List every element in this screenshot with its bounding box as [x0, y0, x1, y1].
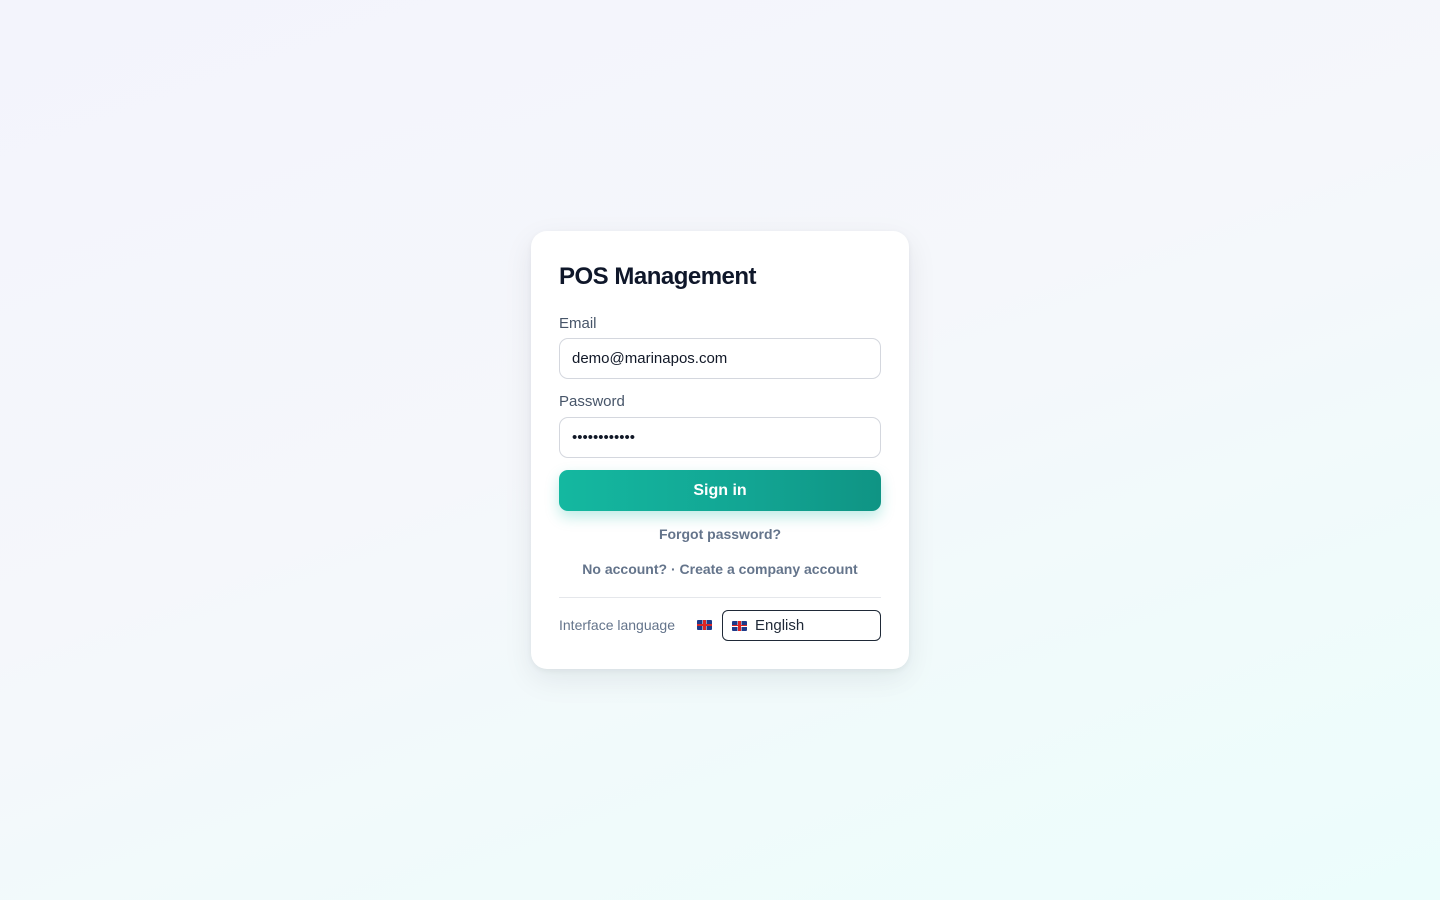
login-card: POS Management Email Password Sign in Fo… — [531, 231, 909, 669]
create-account-row: No account? · Create a company account — [531, 561, 909, 577]
forgot-password-row: Forgot password? — [531, 526, 909, 542]
page-title: POS Management — [559, 263, 757, 290]
language-label: Interface language — [559, 617, 675, 633]
language-select-value: English — [755, 617, 805, 634]
language-select[interactable]: English — [722, 610, 881, 641]
uk-flag-icon — [697, 620, 712, 630]
divider — [559, 597, 881, 598]
uk-flag-icon — [732, 620, 747, 631]
password-label: Password — [559, 393, 625, 410]
sign-in-button[interactable]: Sign in — [559, 470, 881, 511]
email-label: Email — [559, 315, 597, 332]
create-account-link[interactable]: No account? · Create a company account — [582, 561, 857, 577]
forgot-password-link[interactable]: Forgot password? — [659, 526, 781, 542]
password-field[interactable] — [559, 417, 881, 458]
email-field[interactable] — [559, 338, 881, 379]
